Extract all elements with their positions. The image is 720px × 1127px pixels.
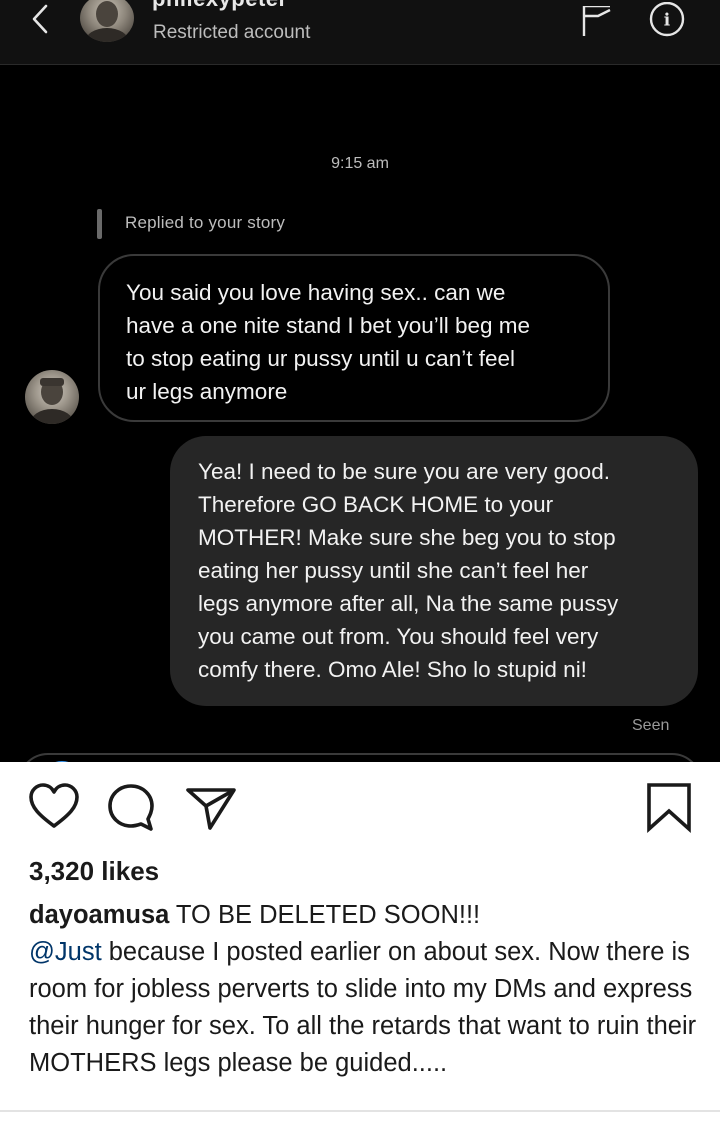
info-icon[interactable]: i bbox=[648, 2, 686, 40]
comment-icon[interactable] bbox=[104, 780, 158, 834]
incoming-message-text: You said you love having sex.. can we ha… bbox=[126, 280, 531, 404]
outgoing-message-bubble[interactable]: Yea! I need to be sure you are very good… bbox=[170, 436, 698, 706]
outgoing-message-text: Yea! I need to be sure you are very good… bbox=[198, 459, 619, 682]
restricted-label: Restricted account bbox=[153, 22, 311, 43]
caption-username[interactable]: dayoamusa bbox=[29, 901, 169, 929]
caption-body: because I posted earlier on about sex. N… bbox=[29, 938, 697, 1077]
caption-title: TO BE DELETED SOON!!! bbox=[169, 901, 481, 929]
likes-count[interactable]: 3,320 likes bbox=[29, 856, 159, 887]
flag-icon[interactable] bbox=[580, 6, 614, 36]
header-avatar[interactable] bbox=[80, 0, 134, 42]
heart-icon[interactable] bbox=[27, 780, 81, 834]
camera-icon[interactable] bbox=[40, 761, 84, 762]
seen-status: Seen bbox=[632, 717, 670, 734]
dm-header: philexypeter Restricted account i bbox=[0, 0, 720, 65]
sender-avatar[interactable] bbox=[25, 370, 79, 424]
caption-mention[interactable]: @Just bbox=[29, 938, 102, 966]
instagram-post: philexypeter Restricted account i 9:15 a… bbox=[0, 0, 720, 1127]
message-timestamp: 9:15 am bbox=[331, 155, 389, 172]
reply-label: Replied to your story bbox=[125, 213, 286, 232]
back-arrow-icon[interactable] bbox=[26, 2, 56, 36]
dm-username[interactable]: philexypeter bbox=[152, 0, 288, 12]
bookmark-icon[interactable] bbox=[642, 780, 696, 834]
message-composer[interactable] bbox=[18, 753, 702, 762]
incoming-message-bubble[interactable]: You said you love having sex.. can we ha… bbox=[98, 254, 610, 422]
dm-screenshot: philexypeter Restricted account i 9:15 a… bbox=[0, 0, 720, 762]
post-actions-bar bbox=[0, 780, 720, 840]
post-caption: dayoamusa TO BE DELETED SOON!!! @Just be… bbox=[29, 897, 699, 1082]
reply-indicator-bar bbox=[97, 209, 102, 239]
divider bbox=[0, 1110, 720, 1112]
share-icon[interactable] bbox=[184, 780, 238, 834]
svg-text:i: i bbox=[664, 11, 671, 31]
